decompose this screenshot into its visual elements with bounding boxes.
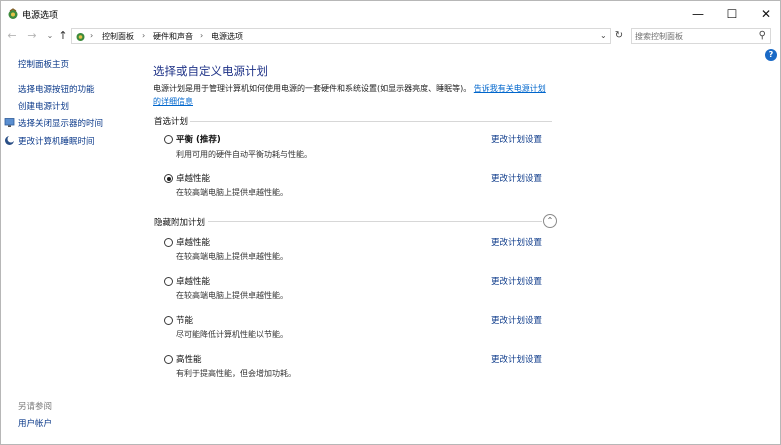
refresh-button[interactable]: ↻ <box>612 28 626 44</box>
plan-ultimate-settings-link[interactable]: 更改计划设置 <box>491 172 542 184</box>
section-divider <box>190 121 552 122</box>
address-bar[interactable]: › 控制面板 › 硬件和声音 › 电源选项 ⌄ <box>71 28 611 44</box>
plan-power-saver-name[interactable]: 节能 <box>176 314 193 326</box>
collapse-hidden-plans-button[interactable]: ⌃ <box>543 214 557 228</box>
breadcrumb-power-options[interactable]: 电源选项 <box>211 31 243 42</box>
plan-balanced-settings-link[interactable]: 更改计划设置 <box>491 133 542 145</box>
plan-ultimate-radio[interactable] <box>164 174 173 183</box>
address-dropdown-icon[interactable]: ⌄ <box>600 31 607 40</box>
control-panel-icon <box>76 33 85 41</box>
plan-hidden-1-settings-link[interactable]: 更改计划设置 <box>491 236 542 248</box>
search-box[interactable]: ⚲ <box>631 28 771 44</box>
sidebar-user-accounts[interactable]: 用户帐户 <box>18 417 52 429</box>
plan-hidden-2-radio[interactable] <box>164 277 173 286</box>
search-icon[interactable]: ⚲ <box>759 30 766 41</box>
section-divider <box>208 221 542 222</box>
title-bar: 电源选项 — ☐ ✕ <box>0 0 781 26</box>
plan-power-saver-desc: 尽可能降低计算机性能以节能。 <box>176 330 288 339</box>
power-options-icon <box>8 8 18 19</box>
plan-balanced-desc: 利用可用的硬件自动平衡功耗与性能。 <box>176 150 312 159</box>
see-also-heading: 另请参阅 <box>18 402 53 412</box>
page-description: 电源计划是用于管理计算机如何使用电源的一套硬件和系统设置(如显示器亮度、睡眠等)… <box>153 82 553 108</box>
breadcrumb-control-panel[interactable]: 控制面板 <box>102 31 134 42</box>
plan-ultimate-name[interactable]: 卓越性能 <box>176 172 210 184</box>
plan-hidden-1-radio[interactable] <box>164 238 173 247</box>
moon-icon <box>5 135 15 145</box>
navigation-bar: ← → ⌄ ↑ › 控制面板 › 硬件和声音 › 电源选项 ⌄ ↻ ⚲ <box>0 26 781 46</box>
plan-high-performance-name[interactable]: 高性能 <box>176 353 202 365</box>
plan-hidden-2-name[interactable]: 卓越性能 <box>176 275 210 287</box>
plan-hidden-1-name[interactable]: 卓越性能 <box>176 236 210 248</box>
plan-ultimate-desc: 在较高端电脑上提供卓越性能。 <box>176 188 288 197</box>
sidebar-create-power-plan[interactable]: 创建电源计划 <box>18 100 69 112</box>
recent-locations-button[interactable]: ⌄ <box>43 28 57 44</box>
plan-high-performance-radio[interactable] <box>164 355 173 364</box>
plan-high-performance-settings-link[interactable]: 更改计划设置 <box>491 353 542 365</box>
plan-power-saver-settings-link[interactable]: 更改计划设置 <box>491 314 542 326</box>
breadcrumb-hardware-sound[interactable]: 硬件和声音 <box>153 31 193 42</box>
breadcrumb-separator: › <box>142 31 146 40</box>
plan-balanced-radio[interactable] <box>164 135 173 144</box>
breadcrumb-separator: › <box>200 31 204 40</box>
page-title: 选择或自定义电源计划 <box>153 64 268 78</box>
plan-hidden-2-settings-link[interactable]: 更改计划设置 <box>491 275 542 287</box>
sidebar-power-button-function[interactable]: 选择电源按钮的功能 <box>18 83 95 95</box>
hidden-plans-heading: 隐藏附加计划 <box>154 218 206 228</box>
plan-hidden-2-desc: 在较高端电脑上提供卓越性能。 <box>176 291 288 300</box>
plan-hidden-1-desc: 在较高端电脑上提供卓越性能。 <box>176 252 288 261</box>
back-button[interactable]: ← <box>5 28 19 44</box>
plan-power-saver-radio[interactable] <box>164 316 173 325</box>
search-input[interactable] <box>635 30 753 42</box>
minimize-button[interactable]: — <box>681 1 715 27</box>
help-button[interactable]: ? <box>765 49 777 61</box>
description-text: 电源计划是用于管理计算机如何使用电源的一套硬件和系统设置(如显示器亮度、睡眠等)… <box>153 84 472 93</box>
sidebar-sleep-time[interactable]: 更改计算机睡眠时间 <box>18 135 95 147</box>
plan-balanced-name[interactable]: 平衡 (推荐) <box>176 133 221 145</box>
breadcrumb-separator: › <box>90 31 94 40</box>
up-button[interactable]: ↑ <box>56 28 70 44</box>
maximize-button[interactable]: ☐ <box>715 1 749 27</box>
close-button[interactable]: ✕ <box>749 1 781 27</box>
plan-high-performance-desc: 有利于提高性能，但会增加功耗。 <box>176 369 296 378</box>
sidebar-display-off-time[interactable]: 选择关闭显示器的时间 <box>18 117 103 129</box>
monitor-icon <box>4 118 15 127</box>
preferred-plans-heading: 首选计划 <box>154 117 189 127</box>
window-title: 电源选项 <box>22 11 59 21</box>
forward-button[interactable]: → <box>25 28 39 44</box>
sidebar-control-panel-home[interactable]: 控制面板主页 <box>18 58 69 70</box>
